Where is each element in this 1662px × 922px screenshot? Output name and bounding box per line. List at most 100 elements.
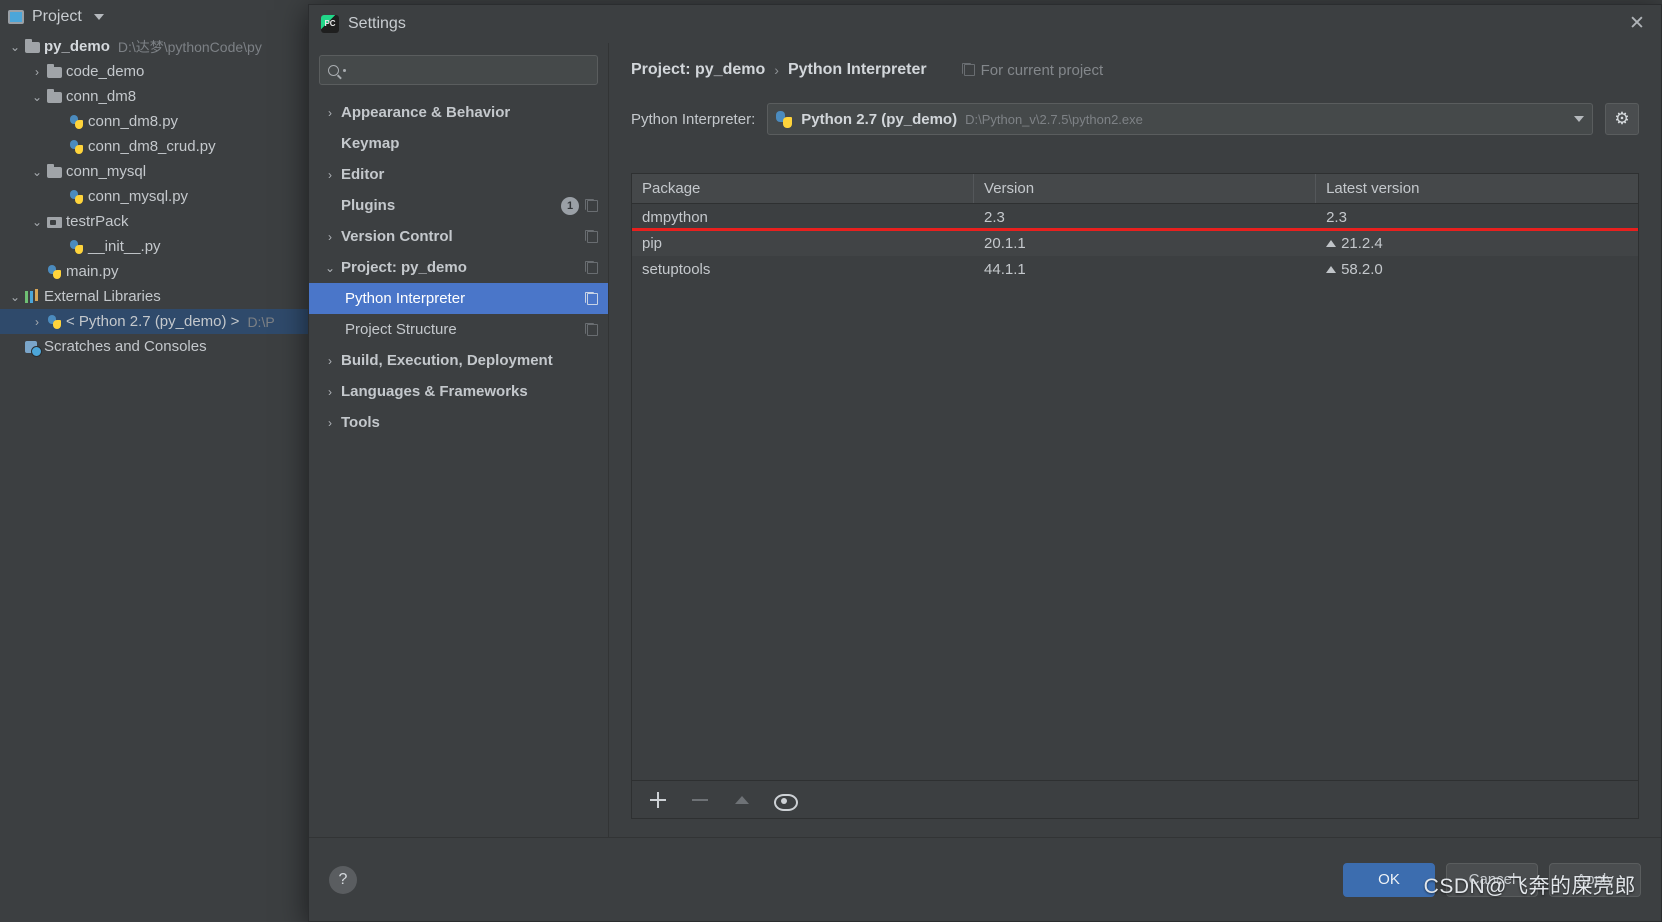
chevron-down-icon[interactable]: ⌄	[319, 261, 341, 275]
chevron-right-icon[interactable]: ›	[28, 65, 46, 79]
settings-tree-item-project-py-demo[interactable]: ⌄ Project: py_demo	[309, 252, 608, 283]
package-name-cell: dmpython	[642, 208, 708, 226]
settings-search-box[interactable]	[319, 55, 598, 85]
settings-tree-item-build-execution-deployment[interactable]: › Build, Execution, Deployment	[309, 345, 608, 376]
plus-icon[interactable]	[648, 790, 668, 810]
chevron-right-icon[interactable]: ›	[319, 106, 341, 120]
apply-button[interactable]: Apply	[1549, 862, 1641, 897]
help-button[interactable]: ?	[329, 865, 357, 894]
chevron-down-icon[interactable]	[93, 14, 104, 20]
settings-tree-item-version-control[interactable]: › Version Control	[309, 221, 608, 252]
settings-tree: › Appearance & Behavior Keymap › Editor Plugi…	[309, 97, 608, 438]
project-tree-item[interactable]: ⌄ py_demo D:\达梦\pythonCode\py	[0, 34, 330, 59]
interpreter-label: Python Interpreter:	[631, 110, 756, 128]
settings-tree-item-keymap[interactable]: Keymap	[309, 128, 608, 159]
project-tree-item-label: main.py	[66, 263, 119, 280]
package-version-cell: 20.1.1	[984, 234, 1026, 252]
search-icon	[328, 64, 339, 76]
folder-icon	[46, 163, 66, 181]
settings-tree-item-label: Python Interpreter	[345, 290, 466, 307]
python-file-icon	[68, 188, 88, 206]
dialog-title: Settings	[348, 15, 406, 32]
upgrade-arrow-icon	[732, 790, 752, 810]
settings-tree-item-languages-frameworks[interactable]: › Languages & Frameworks	[309, 376, 608, 407]
cancel-button[interactable]: Cancel	[1446, 862, 1538, 897]
settings-tree-item-python-interpreter[interactable]: Python Interpreter	[309, 283, 608, 314]
python-file-icon	[46, 313, 66, 331]
settings-tree-item-label: Version Control	[341, 228, 453, 245]
table-column-header[interactable]: Version	[974, 174, 1317, 203]
copy-icon	[585, 260, 598, 274]
folder-icon	[46, 88, 66, 106]
chevron-down-icon[interactable]: ⌄	[28, 90, 46, 104]
settings-tree-item-editor[interactable]: › Editor	[309, 159, 608, 190]
table-column-header[interactable]: Package	[632, 174, 975, 203]
chevron-right-icon[interactable]: ›	[319, 230, 341, 244]
project-tree-item-label: conn_dm8_crud.py	[88, 138, 216, 155]
packages-table: Package Version Latest version dmpython 2.3…	[631, 173, 1639, 819]
package-latest-version-cell: 21.2.4	[1316, 235, 1638, 252]
python-file-icon	[68, 138, 88, 156]
chevron-down-icon[interactable]: ⌄	[6, 40, 24, 54]
project-tree-item-label: conn_dm8	[66, 88, 137, 105]
project-tree-item[interactable]: ⌄ testrPack	[0, 209, 330, 234]
package-version-cell: 2.3	[984, 208, 1005, 226]
ok-button[interactable]: OK	[1343, 862, 1435, 897]
settings-content-pane: Project: py_demo › Python Interpreter Fo…	[609, 43, 1661, 837]
project-panel-title: Project	[32, 8, 82, 25]
for-current-project-note: For current project	[956, 62, 1103, 79]
project-tree-item[interactable]: __init__.py	[0, 234, 330, 259]
copy-icon	[585, 229, 598, 243]
settings-tree-item-appearance-behavior[interactable]: › Appearance & Behavior	[309, 97, 608, 128]
folder-icon	[24, 38, 44, 56]
interpreter-dropdown[interactable]: Python 2.7 (py_demo) D:\Python_v\2.7.5\p…	[767, 103, 1593, 135]
settings-tree-item-label: Editor	[341, 166, 385, 183]
project-tree-item-label: code_demo	[66, 63, 145, 80]
project-tree: ⌄ py_demo D:\达梦\pythonCode\py › code_demo ⌄ co…	[0, 34, 330, 359]
table-row[interactable]: dmpython 2.3 2.3	[632, 204, 1638, 231]
project-tree-item[interactable]: › < Python 2.7 (py_demo) > D:\P	[0, 309, 330, 334]
project-tree-item[interactable]: conn_dm8.py	[0, 109, 330, 134]
package-latest-version-label: 58.2.0	[1341, 260, 1383, 278]
chevron-right-icon[interactable]: ›	[319, 385, 341, 399]
table-column-header[interactable]: Latest version	[1316, 174, 1638, 203]
chevron-down-icon[interactable]: ⌄	[28, 165, 46, 179]
dialog-footer: ? OK Cancel Apply	[309, 837, 1661, 921]
project-tool-window-header[interactable]: Project	[0, 0, 330, 34]
project-tree-item[interactable]: ⌄ conn_mysql	[0, 159, 330, 184]
settings-tree-item-label: Languages & Frameworks	[341, 383, 528, 400]
chevron-right-icon[interactable]: ›	[28, 315, 46, 329]
settings-tree-item-label: Plugins	[341, 197, 396, 214]
chevron-right-icon[interactable]: ›	[319, 416, 341, 430]
project-window-icon	[8, 10, 24, 24]
interpreter-name: Python 2.7 (py_demo)	[801, 110, 958, 128]
library-icon	[24, 288, 44, 306]
python-icon	[776, 110, 793, 128]
project-tree-item[interactable]: main.py	[0, 259, 330, 284]
project-tree-item[interactable]: conn_dm8_crud.py	[0, 134, 330, 159]
settings-tree-item-plugins[interactable]: Plugins 1	[309, 190, 608, 221]
chevron-down-icon[interactable]: ⌄	[6, 290, 24, 304]
table-row[interactable]: pip 20.1.1 21.2.4	[632, 230, 1638, 256]
project-tree-item[interactable]: Scratches and Consoles	[0, 334, 330, 359]
packages-toolbar	[632, 780, 1638, 818]
chevron-right-icon[interactable]: ›	[319, 354, 341, 368]
settings-tree-item-project-structure[interactable]: Project Structure	[309, 314, 608, 345]
close-icon[interactable]: ✕	[1627, 14, 1647, 34]
chevron-down-icon[interactable]	[1574, 116, 1584, 122]
folder-icon	[46, 63, 66, 81]
project-tree-item[interactable]: ⌄ conn_dm8	[0, 84, 330, 109]
package-name-cell: pip	[642, 234, 663, 252]
chevron-down-icon[interactable]: ⌄	[28, 215, 46, 229]
table-row[interactable]: setuptools 44.1.1 58.2.0	[632, 256, 1638, 282]
interpreter-path: D:\Python_v\2.7.5\python2.exe	[965, 111, 1143, 127]
gear-icon[interactable]: ⚙	[1605, 103, 1639, 135]
project-tree-item[interactable]: conn_mysql.py	[0, 184, 330, 209]
project-tree-item[interactable]: ⌄ External Libraries	[0, 284, 330, 309]
search-input[interactable]	[352, 62, 589, 78]
project-tree-item[interactable]: › code_demo	[0, 59, 330, 84]
eye-icon[interactable]	[774, 790, 798, 811]
chevron-right-icon[interactable]: ›	[319, 168, 341, 182]
project-tree-item-label: conn_mysql	[66, 163, 147, 180]
settings-tree-item-tools[interactable]: › Tools	[309, 407, 608, 438]
